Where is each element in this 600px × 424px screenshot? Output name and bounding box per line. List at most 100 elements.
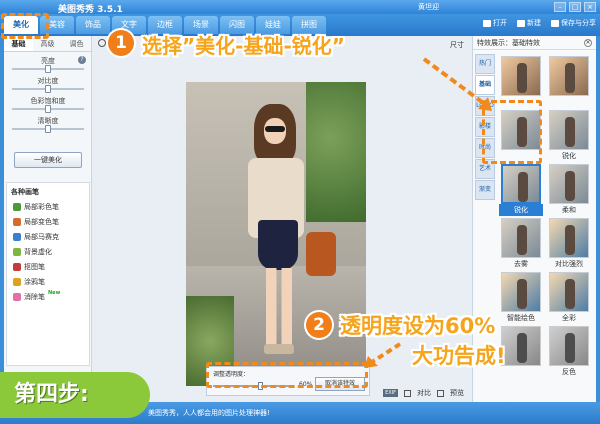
maximize-icon[interactable]: □ [569,2,581,12]
tool-label: 局部马赛克 [24,232,59,241]
step1-arrow-icon [422,57,492,111]
slider-handle[interactable] [45,65,51,73]
user-name[interactable]: 黄坦迎 [418,2,439,12]
effect-label: 反色 [562,368,576,376]
tool-item[interactable]: 局部彩色笔 [7,199,89,214]
effect-thumbnail [501,326,541,366]
slider-handle[interactable] [45,105,51,113]
toolbar: 打开 新建 保存与分享 [483,18,596,28]
highlight-opacity-panel [206,362,368,388]
step1-caption: 选择”美化-基础-锐化” [142,34,345,58]
tool-item[interactable]: 背景虚化 [7,244,89,259]
photo-legs [266,268,292,348]
photo-dress [258,220,298,270]
slider-track[interactable] [12,125,84,133]
photo-bag [306,232,336,276]
tool-item[interactable]: 涂鸦笔 [7,274,89,289]
slider-track[interactable] [12,105,84,113]
subtab-2[interactable]: 调色 [62,36,91,51]
slider-row: 对比度 [8,76,88,96]
effects-header-title: 特效展示：基础特效 [477,38,540,47]
save-icon [551,19,559,27]
brush-icon [13,277,21,286]
status-text: 美图秀秀，人人都会用的图片处理神器! [148,409,270,417]
effect-label: 柔和 [562,206,576,214]
close-panel-icon[interactable]: × [584,38,592,47]
tab-2[interactable]: 饰品 [76,16,110,34]
effect-item[interactable] [547,56,591,110]
step2-arrow-icon [364,342,402,368]
effect-label: 去雾 [514,260,528,268]
preview-icon [437,389,444,397]
step-banner: 第四步: [0,372,150,418]
effects-header: 特效展示：基础特效 × [473,36,596,50]
effect-thumbnail [501,164,541,204]
step1-badge: 1 [108,30,134,56]
brush-icon [13,217,21,226]
compare-icon [404,389,411,397]
slider-handle[interactable] [45,125,51,133]
slider-handle[interactable] [45,85,51,93]
new-button[interactable]: 新建 [517,18,541,28]
tool-item[interactable]: 抠图笔 [7,259,89,274]
slider-row: 色彩饱和度 [8,96,88,116]
tool-label: 消除笔 [24,292,45,301]
effect-category[interactable]: 渐变 [475,180,495,200]
tool-label: 局部彩色笔 [24,202,59,211]
effect-item[interactable]: 柔和 [547,164,591,218]
effect-item[interactable]: 对比强烈 [547,218,591,272]
photo-tree [306,82,366,222]
effect-thumbnail [501,218,541,258]
step2-caption-line2: 大功告成! [412,344,506,368]
effect-thumbnail [501,272,541,312]
brush-icon [13,292,21,301]
plus-icon [517,19,525,27]
brush-icon [13,202,21,211]
effect-item[interactable]: 锐化 [499,164,543,218]
photo-sunglasses [265,126,285,132]
tool-label: 背景虚化 [24,247,52,256]
effect-thumbnail [549,56,589,96]
effect-item[interactable]: 全彩 [547,272,591,326]
tools-title: 各种画笔 [11,188,39,196]
close-icon[interactable]: × [584,2,596,12]
tool-label: 抠图笔 [24,262,45,271]
tool-item[interactable]: 消除笔 New [7,289,89,304]
effect-item[interactable]: 智能绘色 [499,272,543,326]
effect-label: 全彩 [562,314,576,322]
adjust-sliders: ? 亮度 对比度 色彩饱和度 清晰度 [8,56,88,136]
slider-track[interactable] [12,65,84,73]
slider-row: 亮度 [8,56,88,76]
photo-shoes [264,344,294,354]
effect-label: 锐化 [499,204,543,216]
workspace: 基础 高级 调色 ? 亮度 对比度 色彩饱和度 清晰度 一键美化 各种画笔 局部彩色笔 局部… [4,36,596,402]
tool-item[interactable]: 局部变色笔 [7,214,89,229]
new-badge: New [48,289,61,296]
effect-thumbnail [549,164,589,204]
effect-item[interactable]: 反色 [547,326,591,380]
zoom-icon[interactable] [98,39,106,47]
size-button[interactable]: 尺寸 [450,40,464,50]
brush-icon [13,247,21,256]
highlight-beautify-tab [1,13,49,39]
slider-track[interactable] [12,85,84,93]
exif-button[interactable]: EXIF [383,389,398,397]
window-controls: – □ × [554,2,596,12]
effect-thumbnail [549,272,589,312]
preview-button[interactable]: 预览 [450,388,464,398]
photo-canvas[interactable] [186,82,366,386]
tool-item[interactable]: 局部马赛克 [7,229,89,244]
minimize-icon[interactable]: – [554,2,566,12]
open-button[interactable]: 打开 [483,18,507,28]
effect-item[interactable]: 锐化 [547,110,591,164]
step2-caption-line1: 透明度设为60% [340,314,496,338]
slider-row: 清晰度 [8,116,88,136]
effect-thumbnail [549,218,589,258]
effect-item[interactable]: 去雾 [499,218,543,272]
effect-label: 锐化 [562,152,576,160]
compare-button[interactable]: 对比 [417,388,431,398]
effect-label: 对比强烈 [555,260,583,268]
one-key-beautify-button[interactable]: 一键美化 [14,152,82,168]
brush-icon [13,232,21,241]
save-share-button[interactable]: 保存与分享 [551,18,596,28]
